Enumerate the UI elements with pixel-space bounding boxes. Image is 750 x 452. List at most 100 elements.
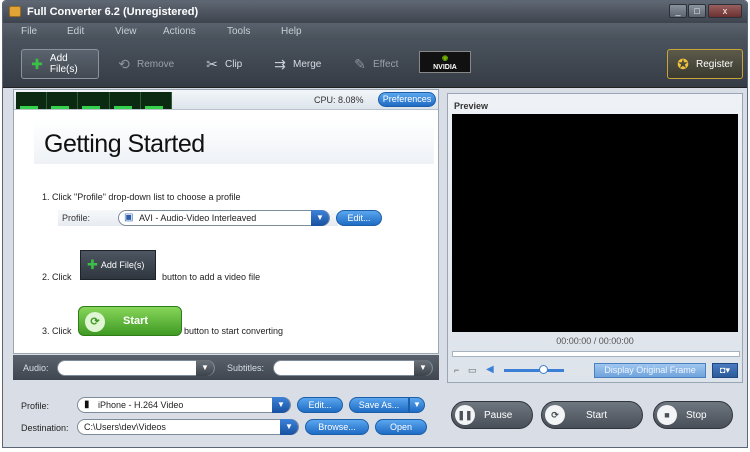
stop-icon: ■ [657,405,677,425]
start-label: Start [586,410,608,421]
clip-button[interactable]: ✂ Clip [197,49,249,79]
preview-screen [452,114,738,332]
preferences-button[interactable]: Preferences [378,92,436,107]
window-title: Full Converter 6.2 (Unregistered) [27,6,199,18]
clip-label: Clip [225,58,243,70]
audio-select[interactable]: ▼ [57,360,215,376]
volume-icon[interactable]: ◀ [486,364,494,375]
cpu-graph-cell [16,92,48,109]
stop-button[interactable]: ■ Stop [653,401,733,429]
browse-button[interactable]: Browse... [305,419,369,435]
effect-button[interactable]: ✎ Effect [345,49,403,79]
display-original-frame-button[interactable]: Display Original Frame [594,363,706,378]
scissors-icon: ✂ [206,55,218,72]
wand-icon: ✎ [354,55,366,72]
menu-bar: File Edit View Actions Tools Help [3,23,747,40]
volume-slider[interactable] [504,369,564,372]
chevron-down-icon: ▼ [196,360,214,376]
getting-started-panel: CPU: 8.08% Preferences Getting Started 1… [13,89,439,354]
cpu-graph-cell [141,92,173,109]
app-window: Full Converter 6.2 (Unregistered) _ □ x … [2,0,748,448]
remove-button[interactable]: ⟲ Remove [109,49,179,79]
inline-add-files-label: Add File(s) [100,260,145,270]
start-button[interactable]: ⟳ Start [541,401,643,429]
refresh-icon: ⟳ [85,312,105,332]
inline-add-files-button[interactable]: ✚ Add File(s) [80,250,156,280]
preview-controls: ⌐ ▭ ◀ Display Original Frame ◘▾ [448,360,742,382]
crop-icon[interactable]: ⌐ [454,365,459,375]
remove-label: Remove [137,58,175,70]
destination-value: C:\Users\dev\Videos [84,422,166,432]
open-folder-button[interactable]: Open [375,419,427,435]
cpu-graph [16,92,173,109]
output-edit-button[interactable]: Edit... [297,397,343,413]
plus-icon: ✚ [87,257,98,272]
chevron-down-icon: ▼ [414,360,432,376]
audio-label: Audio: [23,363,49,373]
merge-button[interactable]: ⇉ Merge [265,49,327,79]
profile-select[interactable]: ▣ AVI - Audio-Video Interleaved ▼ [118,210,330,226]
menu-help[interactable]: Help [281,26,302,37]
menu-file[interactable]: File [21,26,37,37]
effect-label: Effect [373,58,399,70]
preview-label: Preview [454,101,489,111]
time-readout: 00:00:00 / 00:00:00 [556,336,634,346]
add-files-button[interactable]: ✚ Add File(s) [21,49,99,79]
register-label: Register [696,58,734,70]
menu-tools[interactable]: Tools [227,26,250,37]
audio-subtitles-bar: Audio: ▼ Subtitles: ▼ [13,355,439,380]
save-as-dropdown-icon[interactable]: ▼ [409,397,425,413]
stop-label: Stop [686,410,707,421]
app-icon [9,6,21,17]
aspect-icon[interactable]: ▭ [468,365,477,376]
phone-icon: ▮ [84,399,90,410]
plus-icon: ✚ [31,55,43,72]
subtitles-label: Subtitles: [227,363,265,373]
output-profile-label: Profile: [21,401,50,411]
step3-suffix: button to start converting [184,326,284,336]
output-profile-value: iPhone - H.264 Video [98,400,184,410]
maximize-button[interactable]: □ [688,4,706,18]
refresh-icon: ⟳ [545,405,565,425]
step1-text: 1. Click "Profile" drop-down list to cho… [42,192,241,202]
menu-edit[interactable]: Edit [67,26,84,37]
inline-start-button[interactable]: ⟳ Start [78,306,182,336]
step2-suffix: button to add a video file [162,272,261,282]
title-bar: Full Converter 6.2 (Unregistered) _ □ x [3,1,747,23]
remove-icon: ⟲ [118,55,130,72]
merge-label: Merge [293,58,322,70]
output-profile-select[interactable]: ▮ iPhone - H.264 Video ▼ [77,397,291,413]
pause-button[interactable]: ❚❚ Pause [451,401,533,429]
minimize-button[interactable]: _ [669,4,687,18]
subtitles-select[interactable]: ▼ [273,360,433,376]
merge-icon: ⇉ [274,55,286,72]
destination-label: Destination: [21,423,69,433]
pause-label: Pause [484,410,513,421]
toolbar: ✚ Add File(s) ⟲ Remove ✂ Clip ⇉ Merge ✎ … [3,40,747,88]
cpu-graph-cell [47,92,79,109]
add-files-label: Add File(s) [49,53,78,75]
output-settings: Profile: ▮ iPhone - H.264 Video ▼ Edit..… [13,391,439,439]
cpu-graph-cell [78,92,110,109]
step3-prefix: 3. Click [42,326,72,336]
destination-select[interactable]: C:\Users\dev\Videos ▼ [77,419,299,435]
preview-panel: Preview 00:00:00 / 00:00:00 ⌐ ▭ ◀ Displa… [447,93,743,383]
badge-icon: ✪ [677,55,689,72]
getting-started-title: Getting Started [44,130,205,158]
save-as-button[interactable]: Save As... [349,397,409,413]
step2-prefix: 2. Click [42,272,72,282]
nvidia-badge-label: NVIDIA [433,64,457,71]
volume-slider-thumb[interactable] [539,365,548,374]
nvidia-eye-icon: ◉ [441,55,449,62]
profile-edit-button[interactable]: Edit... [336,210,382,226]
close-button[interactable]: x [708,4,742,18]
menu-view[interactable]: View [115,26,137,37]
camera-icon[interactable]: ◘▾ [712,363,738,378]
nvidia-badge: ◉ NVIDIA [419,51,471,73]
chevron-down-icon: ▼ [272,397,290,413]
register-button[interactable]: ✪ Register [667,49,743,79]
seek-bar[interactable] [452,351,740,357]
cpu-graph-cell [110,92,141,109]
profile-select-value: AVI - Audio-Video Interleaved [139,213,257,223]
menu-actions[interactable]: Actions [163,26,196,37]
